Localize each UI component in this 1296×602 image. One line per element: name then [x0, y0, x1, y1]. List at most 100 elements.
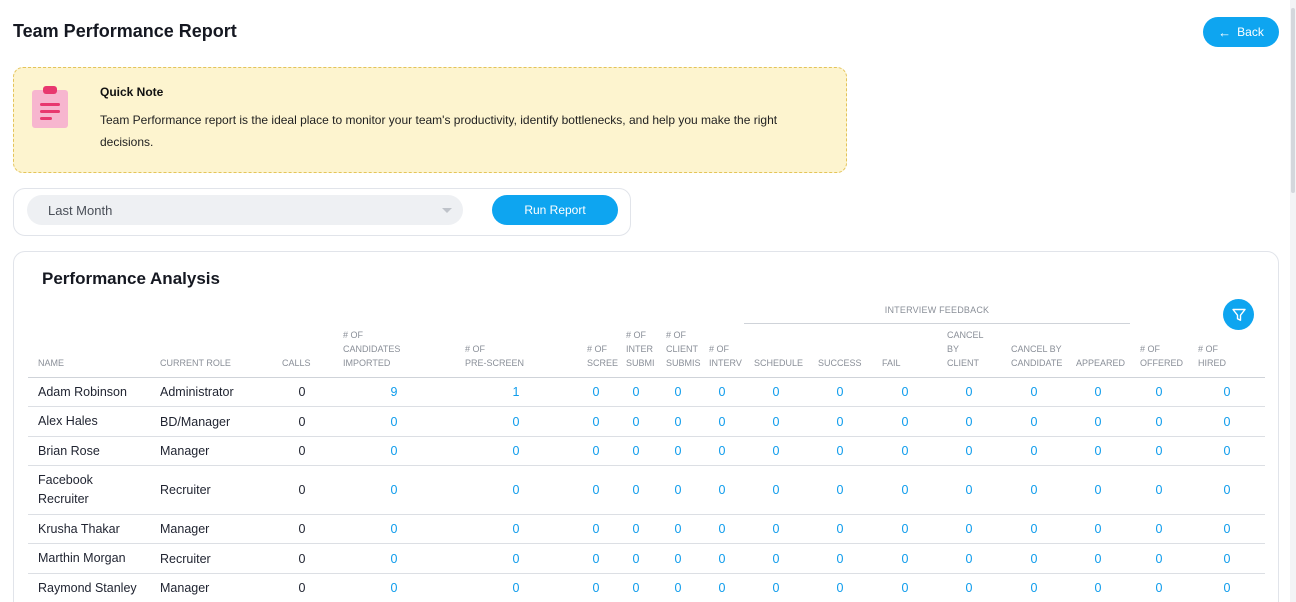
metric-count-link[interactable]: 0 [890, 407, 920, 436]
metric-count-link[interactable]: 0 [707, 515, 737, 543]
metric-count-link[interactable]: 0 [707, 466, 737, 514]
metric-count-link[interactable]: 0 [825, 378, 855, 406]
metric-count-link[interactable]: 0 [890, 437, 920, 465]
metric-count-link[interactable]: 0 [1144, 466, 1174, 514]
metric-count-link[interactable]: 0 [501, 574, 531, 602]
metric-count-link[interactable]: 0 [663, 466, 693, 514]
metric-count-link[interactable]: 0 [1019, 466, 1049, 514]
metric-count-link[interactable]: 0 [621, 407, 651, 436]
metric-count-link[interactable]: 0 [1144, 515, 1174, 543]
metric-count-link[interactable]: 0 [1212, 544, 1242, 573]
metric-count-link[interactable]: 0 [379, 574, 409, 602]
metric-count-link[interactable]: 0 [621, 515, 651, 543]
metric-count-link[interactable]: 0 [707, 544, 737, 573]
metric-count-link[interactable]: 0 [501, 407, 531, 436]
metric-count-link[interactable]: 1 [501, 378, 531, 406]
metric-count-link[interactable]: 0 [1212, 466, 1242, 514]
metric-count-link[interactable]: 0 [581, 407, 611, 436]
metric-count-link[interactable]: 0 [1083, 574, 1113, 602]
metric-count-link[interactable]: 0 [890, 378, 920, 406]
metric-count-link[interactable]: 0 [581, 544, 611, 573]
metric-count-link[interactable]: 0 [761, 544, 791, 573]
metric-count-link[interactable]: 0 [761, 515, 791, 543]
metric-count-link[interactable]: 0 [663, 574, 693, 602]
metric-count-link[interactable]: 9 [379, 378, 409, 406]
metric-count-link[interactable]: 0 [581, 515, 611, 543]
metric-count-link[interactable]: 0 [825, 515, 855, 543]
metric-count-link[interactable]: 0 [581, 466, 611, 514]
metric-count-link[interactable]: 0 [890, 466, 920, 514]
metric-count-link[interactable]: 0 [1083, 466, 1113, 514]
metric-count-link[interactable]: 0 [761, 378, 791, 406]
metric-count-link[interactable]: 0 [1083, 437, 1113, 465]
metric-count-link[interactable]: 0 [1212, 574, 1242, 602]
metric-count-link[interactable]: 0 [761, 407, 791, 436]
metric-count-link[interactable]: 0 [761, 466, 791, 514]
metric-count-link[interactable]: 0 [621, 466, 651, 514]
metric-count-link[interactable]: 0 [663, 407, 693, 436]
metric-count-link[interactable]: 0 [1019, 574, 1049, 602]
metric-count-link[interactable]: 0 [621, 378, 651, 406]
metric-count-link[interactable]: 0 [761, 437, 791, 465]
metric-count-link[interactable]: 0 [1212, 515, 1242, 543]
metric-count-link[interactable]: 0 [954, 437, 984, 465]
metric-count-link[interactable]: 0 [379, 407, 409, 436]
metric-count-link[interactable]: 0 [1083, 378, 1113, 406]
metric-count-link[interactable]: 0 [581, 437, 611, 465]
metric-count-link[interactable]: 0 [1144, 437, 1174, 465]
metric-count-link[interactable]: 0 [954, 574, 984, 602]
metric-count-link[interactable]: 0 [1144, 407, 1174, 436]
metric-count-link[interactable]: 0 [707, 574, 737, 602]
metric-count-link[interactable]: 0 [1083, 515, 1113, 543]
metric-count-link[interactable]: 0 [501, 437, 531, 465]
metric-count-link[interactable]: 0 [379, 437, 409, 465]
metric-count-link[interactable]: 0 [954, 378, 984, 406]
metric-count-link[interactable]: 0 [581, 574, 611, 602]
metric-count-link[interactable]: 0 [663, 544, 693, 573]
metric-count-link[interactable]: 0 [1019, 515, 1049, 543]
metric-count-link[interactable]: 0 [1212, 407, 1242, 436]
metric-count-link[interactable]: 0 [1019, 378, 1049, 406]
metric-count-link[interactable]: 0 [1083, 407, 1113, 436]
metric-count-link[interactable]: 0 [1144, 574, 1174, 602]
metric-count-link[interactable]: 0 [825, 437, 855, 465]
metric-count-link[interactable]: 0 [890, 544, 920, 573]
metric-count-link[interactable]: 0 [954, 515, 984, 543]
metric-count-link[interactable]: 0 [663, 437, 693, 465]
metric-count-link[interactable]: 0 [825, 574, 855, 602]
metric-count-link[interactable]: 0 [581, 378, 611, 406]
metric-count-link[interactable]: 0 [825, 544, 855, 573]
metric-count-link[interactable]: 0 [890, 515, 920, 543]
metric-count-link[interactable]: 0 [954, 407, 984, 436]
period-select[interactable]: Last Month [27, 195, 463, 225]
metric-count-link[interactable]: 0 [379, 466, 409, 514]
metric-count-link[interactable]: 0 [1212, 437, 1242, 465]
metric-count-link[interactable]: 0 [621, 574, 651, 602]
metric-count-link[interactable]: 0 [954, 544, 984, 573]
metric-count-link[interactable]: 0 [1144, 544, 1174, 573]
metric-count-link[interactable]: 0 [663, 378, 693, 406]
metric-count-link[interactable]: 0 [825, 407, 855, 436]
metric-count-link[interactable]: 0 [621, 437, 651, 465]
scrollbar-thumb[interactable] [1291, 8, 1295, 193]
metric-count-link[interactable]: 0 [954, 466, 984, 514]
metric-count-link[interactable]: 0 [707, 407, 737, 436]
metric-count-link[interactable]: 0 [890, 574, 920, 602]
metric-count-link[interactable]: 0 [501, 544, 531, 573]
run-report-button[interactable]: Run Report [492, 195, 618, 225]
metric-count-link[interactable]: 0 [761, 574, 791, 602]
metric-count-link[interactable]: 0 [707, 378, 737, 406]
filter-button[interactable] [1223, 299, 1254, 330]
metric-count-link[interactable]: 0 [1019, 407, 1049, 436]
back-button[interactable]: ← Back [1203, 17, 1279, 47]
metric-count-link[interactable]: 0 [1019, 544, 1049, 573]
metric-count-link[interactable]: 0 [379, 515, 409, 543]
metric-count-link[interactable]: 0 [1212, 378, 1242, 406]
metric-count-link[interactable]: 0 [501, 466, 531, 514]
metric-count-link[interactable]: 0 [1083, 544, 1113, 573]
metric-count-link[interactable]: 0 [663, 515, 693, 543]
page-scrollbar[interactable] [1290, 0, 1296, 602]
metric-count-link[interactable]: 0 [825, 466, 855, 514]
metric-count-link[interactable]: 0 [621, 544, 651, 573]
metric-count-link[interactable]: 0 [1144, 378, 1174, 406]
